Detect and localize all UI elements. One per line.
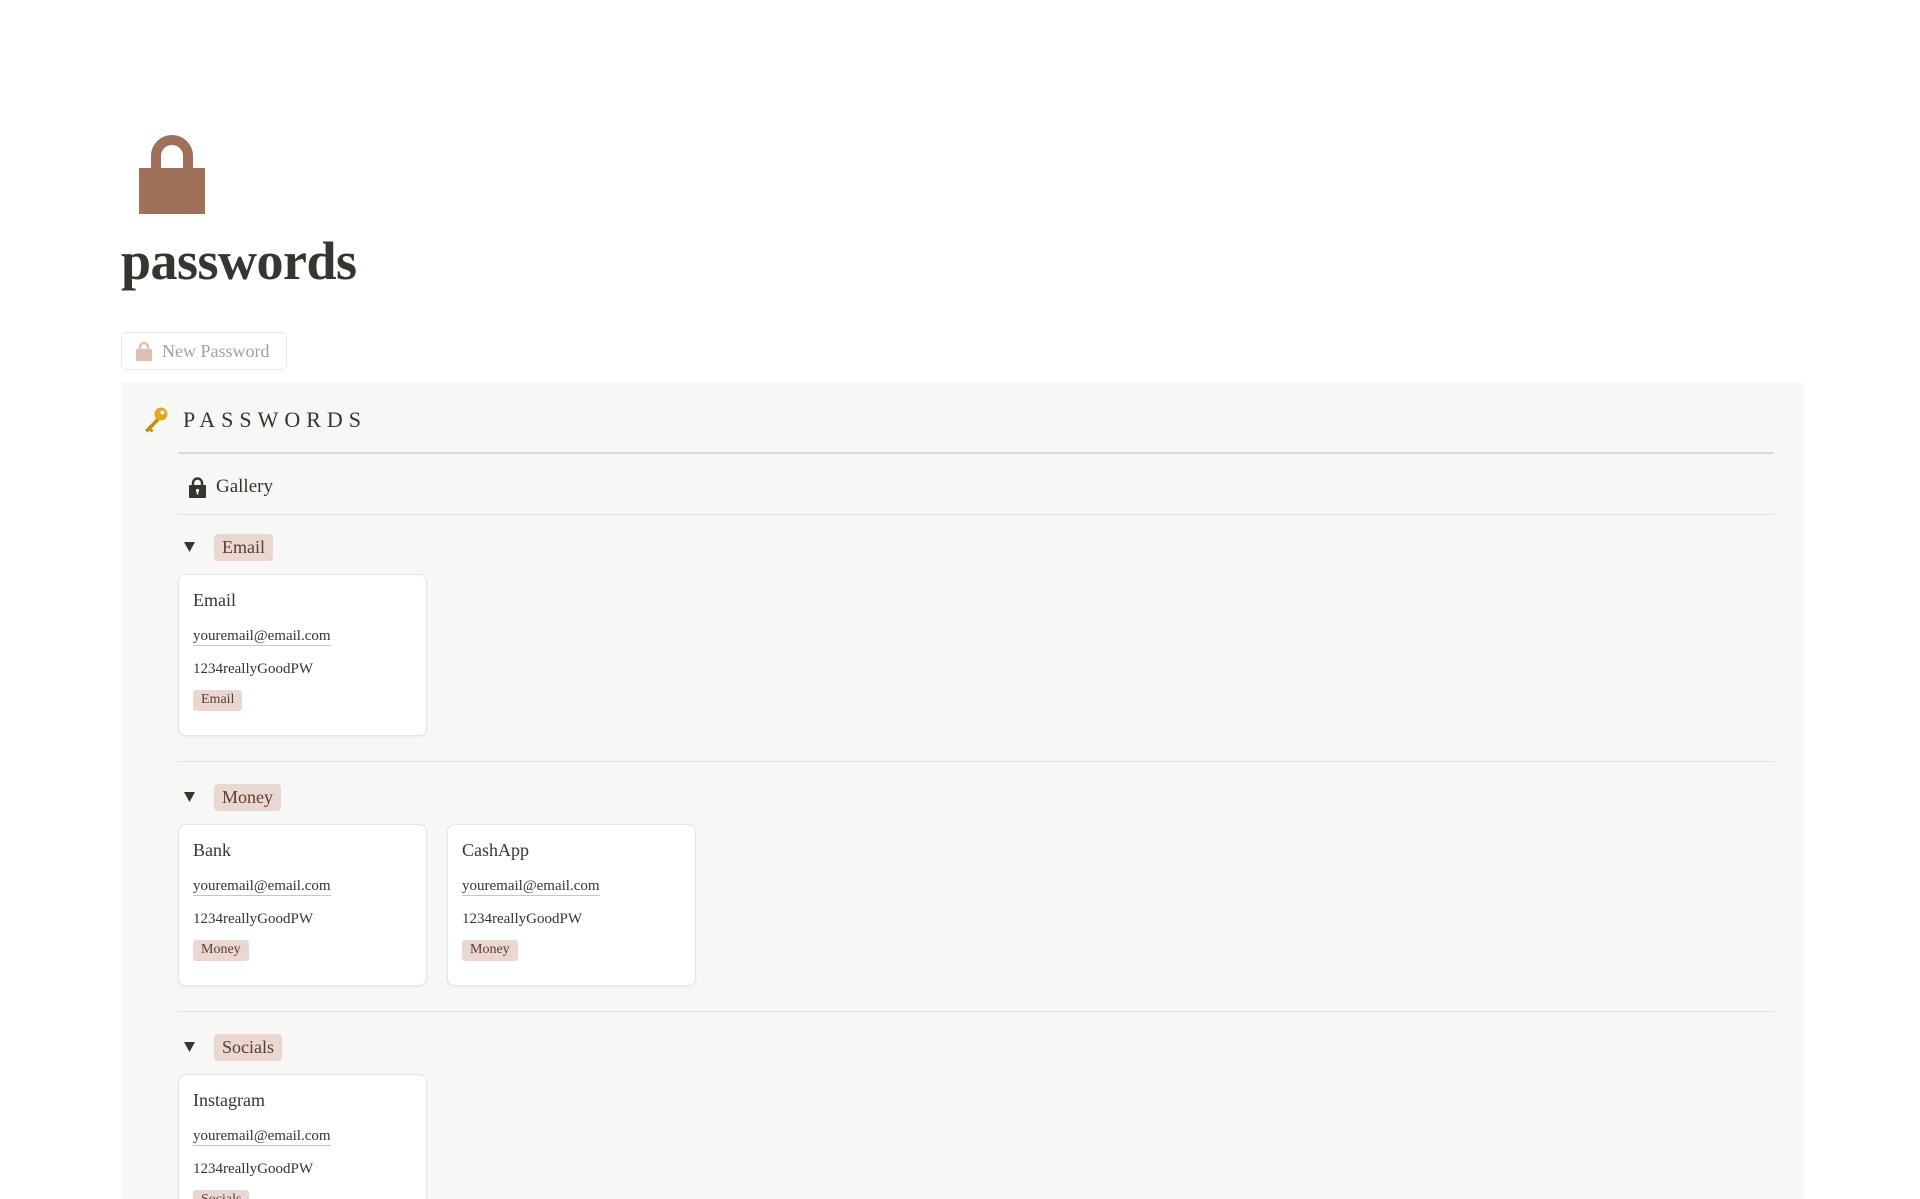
gallery-card[interactable]: Instagram youremail@email.com 1234really… <box>178 1074 427 1199</box>
new-password-label: New Password <box>162 340 270 361</box>
card-email[interactable]: youremail@email.com <box>193 877 331 896</box>
card-list: Bank youremail@email.com 1234reallyGoodP… <box>178 824 696 986</box>
card-tag: Money <box>193 940 249 961</box>
card-title: CashApp <box>462 840 529 860</box>
tab-gallery[interactable]: Gallery <box>189 476 273 498</box>
card-password: 1234reallyGoodPW <box>193 911 313 927</box>
passwords-database: PASSWORDS Gallery Email Email youremail@… <box>121 382 1804 1199</box>
card-email[interactable]: youremail@email.com <box>193 1127 331 1146</box>
card-list: Email youremail@email.com 1234reallyGood… <box>178 574 427 736</box>
group-header: Socials <box>178 1033 282 1061</box>
card-email[interactable]: youremail@email.com <box>193 627 331 646</box>
divider <box>178 452 1774 454</box>
gallery-card[interactable]: CashApp youremail@email.com 1234reallyGo… <box>447 824 696 986</box>
group-header: Email <box>178 533 273 561</box>
lock-icon <box>189 476 206 498</box>
card-tag: Email <box>193 690 243 711</box>
gallery-card[interactable]: Email youremail@email.com 1234reallyGood… <box>178 574 427 736</box>
database-header: PASSWORDS <box>141 406 367 434</box>
divider <box>178 514 1774 515</box>
card-list: Instagram youremail@email.com 1234really… <box>178 1074 427 1199</box>
database-title[interactable]: PASSWORDS <box>183 407 367 433</box>
page: passwords New Password PASSWORDS Gallery… <box>0 0 1920 1199</box>
key-icon[interactable] <box>141 406 169 434</box>
page-title: passwords <box>121 231 357 291</box>
card-password: 1234reallyGoodPW <box>462 911 582 927</box>
card-title: Bank <box>193 840 231 860</box>
collapse-toggle[interactable] <box>178 1036 200 1058</box>
group-header: Money <box>178 783 281 811</box>
lock-icon <box>136 341 152 361</box>
group-tag[interactable]: Money <box>214 783 281 811</box>
card-email[interactable]: youremail@email.com <box>462 877 600 896</box>
group-tag[interactable]: Socials <box>214 1033 282 1061</box>
new-password-button[interactable]: New Password <box>121 332 287 370</box>
divider <box>178 1011 1774 1012</box>
card-title: Email <box>193 590 236 610</box>
group-tag[interactable]: Email <box>214 533 273 561</box>
tab-gallery-label: Gallery <box>216 476 273 497</box>
card-password: 1234reallyGoodPW <box>193 1161 313 1177</box>
divider <box>178 761 1774 762</box>
lock-icon[interactable] <box>139 132 205 214</box>
triangle-down-icon <box>183 792 195 802</box>
card-title: Instagram <box>193 1090 265 1110</box>
gallery-card[interactable]: Bank youremail@email.com 1234reallyGoodP… <box>178 824 427 986</box>
collapse-toggle[interactable] <box>178 786 200 808</box>
triangle-down-icon <box>183 1042 195 1052</box>
collapse-toggle[interactable] <box>178 536 200 558</box>
card-tag: Socials <box>193 1190 250 1199</box>
card-password: 1234reallyGoodPW <box>193 661 313 677</box>
triangle-down-icon <box>183 542 195 552</box>
card-tag: Money <box>462 940 518 961</box>
